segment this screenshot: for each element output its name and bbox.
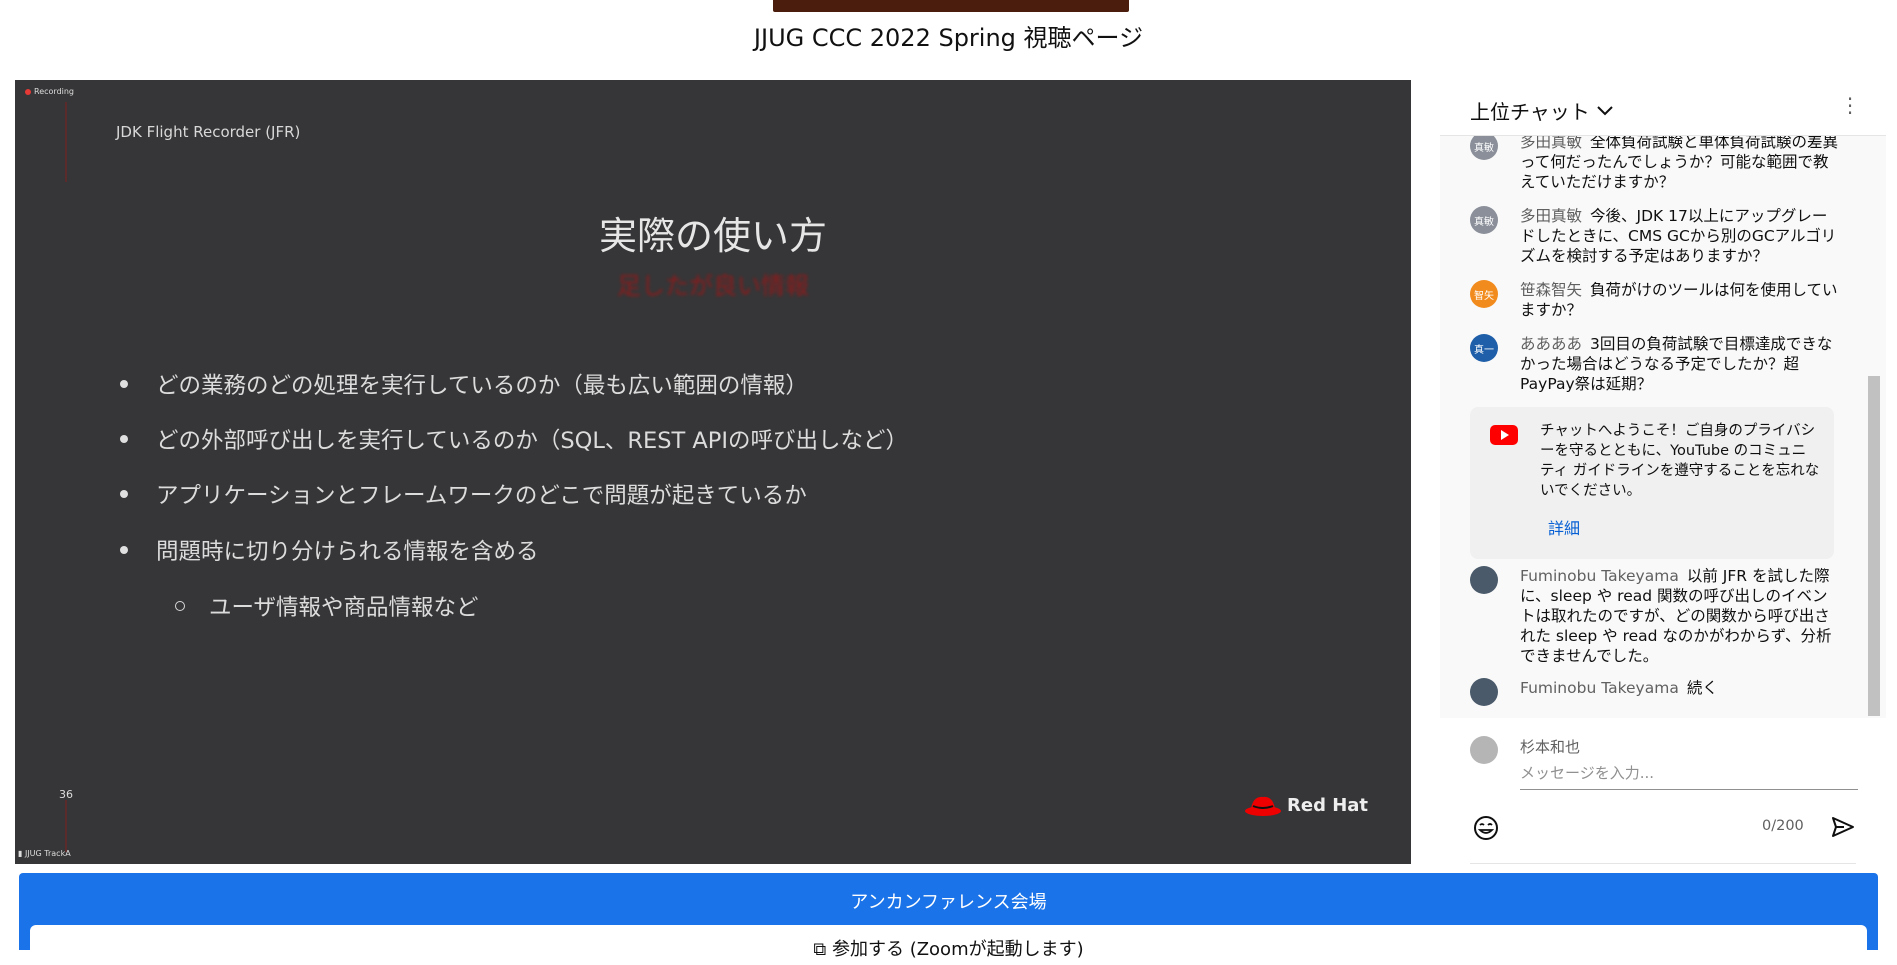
avatar: 智矢: [1470, 280, 1498, 308]
slide-sub-bullet: ユーザ情報や商品情報など: [175, 590, 479, 622]
chat-message: 真敏 多田真敏 全体負荷試験と単体負荷試験の差異って何だったんでしょうか？可能な範…: [1440, 136, 1860, 192]
chat-message: Fuminobu Takeyama 以前 JFR を試した際に、sleep や r…: [1440, 566, 1860, 666]
bullet-icon: [120, 435, 128, 443]
avatar: [1470, 736, 1498, 764]
chat-messages: 真敏 多田真敏 全体負荷試験と単体負荷試験の差異って何だったんでしょうか？可能な範…: [1440, 136, 1886, 718]
slide-bullet: アプリケーションとフレームワークのどこで問題が起きているか: [120, 478, 807, 510]
message-author[interactable]: 多田真敏: [1520, 136, 1582, 151]
sub-bullet-icon: [175, 601, 185, 611]
slide-bullet: どの外部呼び出しを実行しているのか（SQL、REST APIの呼び出しなど）: [120, 423, 908, 455]
chat-welcome-banner: チャットへようこそ！ご自身のプライバシーを守るとともに、YouTube のコミュ…: [1470, 407, 1834, 559]
redhat-hat-icon: [1245, 796, 1281, 816]
recording-dot-icon: [25, 88, 31, 95]
character-counter: 0/200: [1762, 818, 1804, 834]
message-author[interactable]: 多田真敏: [1520, 207, 1582, 225]
chat-message: 真一 ああああ 3回目の負荷試験で目標達成できなかった場合はどうなる予定でしたか？…: [1440, 334, 1860, 394]
speaker-strip: [65, 102, 67, 182]
bullet-text: どの業務のどの処理を実行しているのか（最も広い範囲の情報）: [156, 373, 808, 399]
chat-input-area: 杉本和也 メッセージを入力... 0/200: [1440, 718, 1886, 864]
track-label: ▮ JJUG TrackA: [18, 849, 71, 858]
signal-icon: ▮: [18, 849, 23, 858]
unconference-title: アンカンファレンス会場: [850, 892, 1047, 913]
slide-header: JDK Flight Recorder (JFR): [116, 123, 301, 141]
bullet-text: どの外部呼び出しを実行しているのか（SQL、REST APIの呼び出しなど）: [156, 428, 908, 454]
send-icon[interactable]: [1830, 814, 1856, 840]
page-title: JJUG CCC 2022 Spring 視聴ページ: [753, 24, 1144, 52]
avatar: 真敏: [1470, 206, 1498, 234]
chat-mode-label: 上位チャット: [1470, 100, 1590, 124]
recording-indicator: Recording: [25, 87, 74, 96]
slide-bullet: 問題時に切り分けられる情報を含める: [120, 534, 539, 566]
chat-message: Fuminobu Takeyama 続く: [1440, 678, 1860, 706]
video-player[interactable]: Recording JDK Flight Recorder (JFR) 実際の使…: [15, 80, 1411, 864]
bullet-icon: [120, 546, 128, 554]
more-options-icon[interactable]: · · ·: [1840, 89, 1860, 123]
learn-more-link[interactable]: 詳細: [1548, 515, 1580, 539]
unconference-section: アンカンファレンス会場 ⧉ 参加する (Zoomが起動します): [19, 873, 1878, 965]
message-author[interactable]: ああああ: [1520, 335, 1582, 353]
chat-scrollbar[interactable]: [1868, 376, 1880, 716]
chat-message: 智矢 笹森智矢 負荷がけのツールは何を使用していますか？: [1440, 280, 1860, 320]
live-chat-panel: 上位チャット · · · 真敏 多田真敏 全体負荷試験と単体負荷試験の差異って何だった…: [1440, 80, 1886, 864]
join-zoom-button[interactable]: ⧉ 参加する (Zoomが起動します): [30, 925, 1867, 965]
message-text: 続く: [1686, 679, 1718, 697]
bullet-text: アプリケーションとフレームワークのどこで問題が起きているか: [156, 483, 807, 509]
bullet-text: 問題時に切り分けられる情報を含める: [156, 539, 539, 565]
welcome-text: チャットへようこそ！ご自身のプライバシーを守るとともに、YouTube のコミュ…: [1540, 423, 1820, 499]
avatar: 真敏: [1470, 136, 1498, 160]
message-author[interactable]: 笹森智矢: [1520, 281, 1582, 299]
bullet-icon: [120, 490, 128, 498]
bullet-icon: [120, 380, 128, 388]
slide-bullet: どの業務のどの処理を実行しているのか（最も広い範囲の情報）: [120, 368, 808, 400]
avatar: [1470, 678, 1498, 706]
recording-label: Recording: [34, 87, 75, 96]
avatar: [1470, 566, 1498, 594]
redhat-logo-text: Red Hat: [1287, 794, 1369, 816]
redhat-logo: Red Hat: [1243, 792, 1368, 818]
slide-title: 実際の使い方: [598, 214, 827, 258]
speaker-strip: [65, 800, 67, 852]
message-author[interactable]: Fuminobu Takeyama: [1520, 679, 1679, 697]
avatar: 真一: [1470, 334, 1498, 362]
chevron-down-icon: [1597, 105, 1613, 115]
emoji-icon[interactable]: [1472, 814, 1500, 842]
message-author[interactable]: Fuminobu Takeyama: [1520, 567, 1679, 585]
youtube-logo-icon: [1490, 425, 1518, 445]
divider: [1470, 863, 1856, 864]
slide-page-number: 36: [59, 788, 73, 801]
chat-header: 上位チャット · · ·: [1440, 80, 1886, 136]
header-decoration-bar: [773, 0, 1129, 12]
chat-mode-dropdown[interactable]: 上位チャット: [1470, 96, 1614, 125]
input-username: 杉本和也: [1520, 738, 1581, 756]
chat-message: 真敏 多田真敏 今後、JDK 17以上にアップグレードしたときに、CMS GCから…: [1440, 206, 1860, 266]
slide-subtitle: 足したが良い情報: [617, 272, 809, 300]
bullet-text: ユーザ情報や商品情報など: [209, 595, 479, 621]
message-input[interactable]: メッセージを入力...: [1520, 762, 1858, 790]
